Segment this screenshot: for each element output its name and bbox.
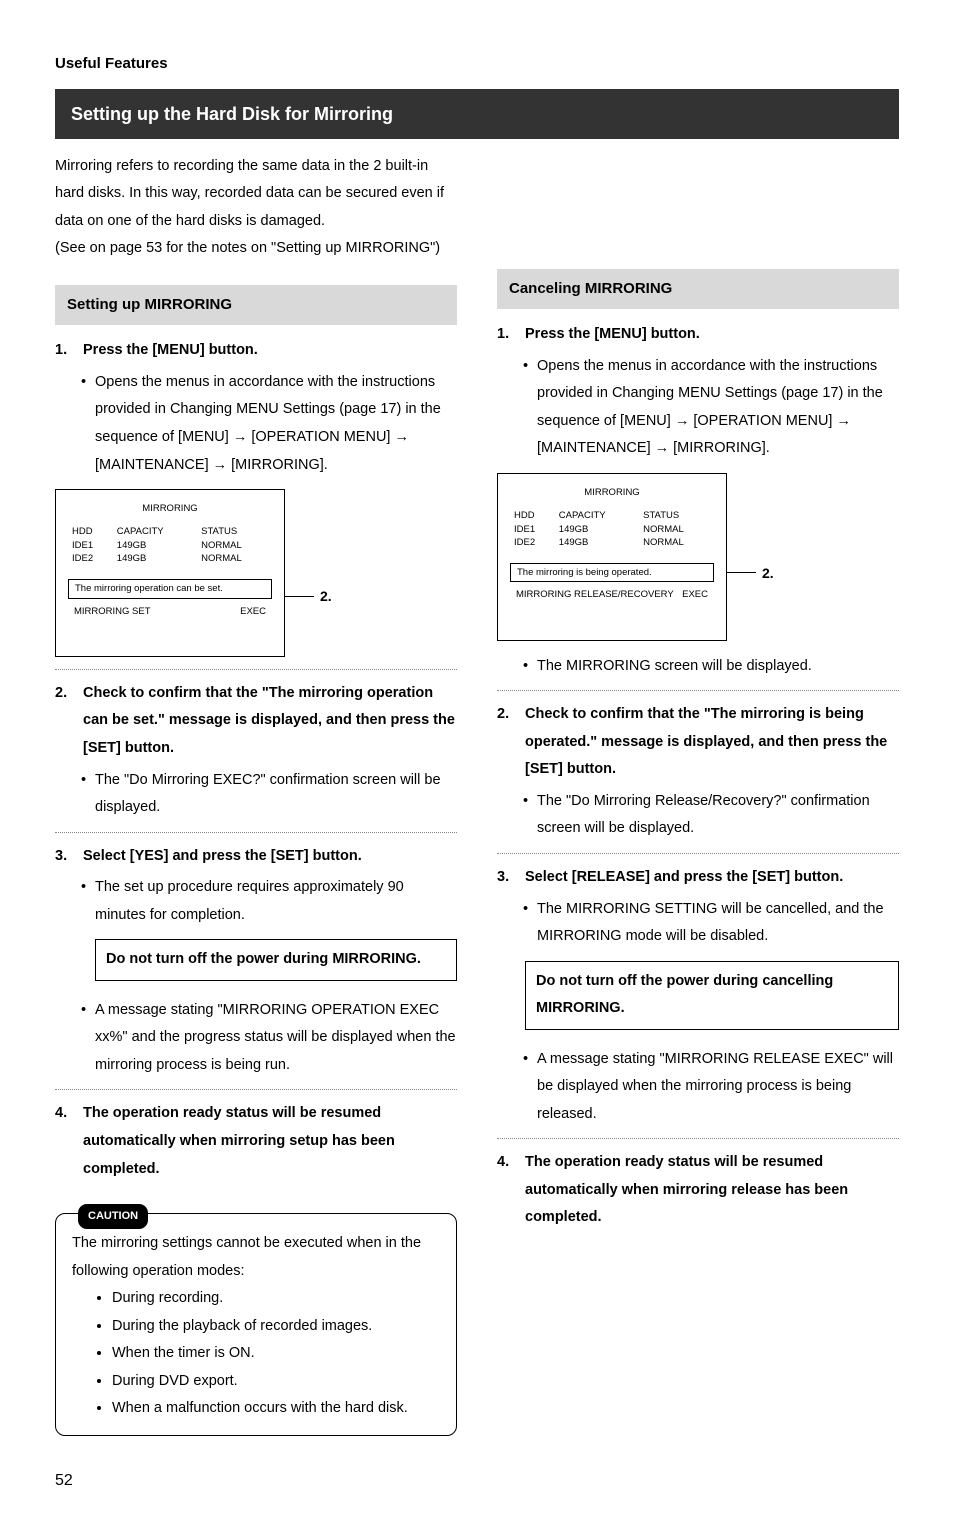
step-bullet: Opens the menus in accordance with the i… <box>95 369 457 479</box>
step-bullet: Opens the menus in accordance with the i… <box>537 353 899 463</box>
screen-cell: 149GB <box>113 552 197 565</box>
screen-col-hdd: HDD <box>510 509 555 522</box>
screen-cell: IDE2 <box>510 536 555 549</box>
screen-cell: IDE2 <box>68 552 113 565</box>
caution-item: During recording. <box>112 1285 440 1313</box>
step-number: 3. <box>497 864 525 892</box>
caution-intro: The mirroring settings cannot be execute… <box>72 1230 440 1285</box>
screen-cell: 149GB <box>555 536 639 549</box>
screen-exec-value: EXEC <box>240 605 266 618</box>
step-bullet: A message stating "MIRRORING RELEASE EXE… <box>537 1046 899 1129</box>
caution-label: CAUTION <box>78 1204 148 1229</box>
screen-col-cap: CAPACITY <box>555 509 639 522</box>
screen-col-stat: STATUS <box>197 525 272 538</box>
step-text: Press the [MENU] button. <box>525 321 899 349</box>
step-bullet: The "Do Mirroring EXEC?" confirmation sc… <box>95 767 457 822</box>
step-text: The operation ready status will be resum… <box>83 1100 457 1183</box>
step-bullet: The MIRRORING SETTING will be cancelled,… <box>537 896 899 951</box>
step-number: 1. <box>55 337 83 365</box>
step-bullet: The MIRRORING screen will be displayed. <box>537 653 899 681</box>
step-text: Press the [MENU] button. <box>83 337 457 365</box>
screen-col-stat: STATUS <box>639 509 714 522</box>
step-text: Check to confirm that the "The mirroring… <box>83 680 457 763</box>
page-number: 52 <box>55 1466 899 1496</box>
step-text: The operation ready status will be resum… <box>525 1149 899 1232</box>
warning-note: Do not turn off the power during MIRRORI… <box>95 939 457 981</box>
screen-col-hdd: HDD <box>68 525 113 538</box>
step-bullet: The set up procedure requires approximat… <box>95 874 457 929</box>
screen-cell: NORMAL <box>197 539 272 552</box>
screen-message: The mirroring operation can be set. <box>68 579 272 598</box>
screen-col-cap: CAPACITY <box>113 525 197 538</box>
screen-illustration: MIRRORING HDD CAPACITY STATUS IDE1 149GB… <box>55 489 457 657</box>
screen-illustration: MIRRORING HDD CAPACITY STATUS IDE1 149GB… <box>497 473 899 641</box>
separator <box>55 832 457 833</box>
screen-exec-label: MIRRORING SET <box>74 605 240 618</box>
screen-exec-label: MIRRORING RELEASE/RECOVERY <box>516 588 682 601</box>
caution-item: When the timer is ON. <box>112 1340 440 1368</box>
screen-exec-value: EXEC <box>682 588 708 601</box>
step-number: 2. <box>55 680 83 763</box>
section-label: Useful Features <box>55 50 899 79</box>
right-column: Canceling MIRRORING 1. Press the [MENU] … <box>497 153 899 1436</box>
annotation-number: 2. <box>762 560 774 587</box>
screen-cell: 149GB <box>113 539 197 552</box>
screen-cell: 149GB <box>555 523 639 536</box>
separator <box>497 853 899 854</box>
caution-item: During the playback of recorded images. <box>112 1313 440 1341</box>
step-number: 2. <box>497 701 525 784</box>
step-text: Select [RELEASE] and press the [SET] but… <box>525 864 899 892</box>
caution-item: When a malfunction occurs with the hard … <box>112 1395 440 1423</box>
intro-block: Mirroring refers to recording the same d… <box>55 153 457 263</box>
warning-note: Do not turn off the power during cancell… <box>525 961 899 1030</box>
sub-header-cancel: Canceling MIRRORING <box>497 269 899 310</box>
sub-header-setup: Setting up MIRRORING <box>55 285 457 326</box>
separator <box>497 1138 899 1139</box>
screen-title: MIRRORING <box>68 502 272 515</box>
screen-cell: NORMAL <box>639 523 714 536</box>
separator <box>55 669 457 670</box>
left-column: Mirroring refers to recording the same d… <box>55 153 457 1436</box>
intro-p2: (See on page 53 for the notes on "Settin… <box>55 235 457 263</box>
annotation-number: 2. <box>320 583 332 610</box>
intro-p1: Mirroring refers to recording the same d… <box>55 153 457 236</box>
screen-cell: NORMAL <box>197 552 272 565</box>
screen-title: MIRRORING <box>510 486 714 499</box>
step-bullet: The "Do Mirroring Release/Recovery?" con… <box>537 788 899 843</box>
step-text: Check to confirm that the "The mirroring… <box>525 701 899 784</box>
page-title: Setting up the Hard Disk for Mirroring <box>55 89 899 139</box>
screen-cell: IDE1 <box>510 523 555 536</box>
screen-cell: NORMAL <box>639 536 714 549</box>
screen-message: The mirroring is being operated. <box>510 563 714 582</box>
step-bullet: A message stating "MIRRORING OPERATION E… <box>95 997 457 1080</box>
separator <box>55 1089 457 1090</box>
caution-item: During DVD export. <box>112 1368 440 1396</box>
step-number: 1. <box>497 321 525 349</box>
screen-cell: IDE1 <box>68 539 113 552</box>
separator <box>497 690 899 691</box>
step-text: Select [YES] and press the [SET] button. <box>83 843 457 871</box>
step-number: 4. <box>497 1149 525 1232</box>
step-number: 3. <box>55 843 83 871</box>
caution-box: CAUTION The mirroring settings cannot be… <box>55 1213 457 1436</box>
step-number: 4. <box>55 1100 83 1183</box>
